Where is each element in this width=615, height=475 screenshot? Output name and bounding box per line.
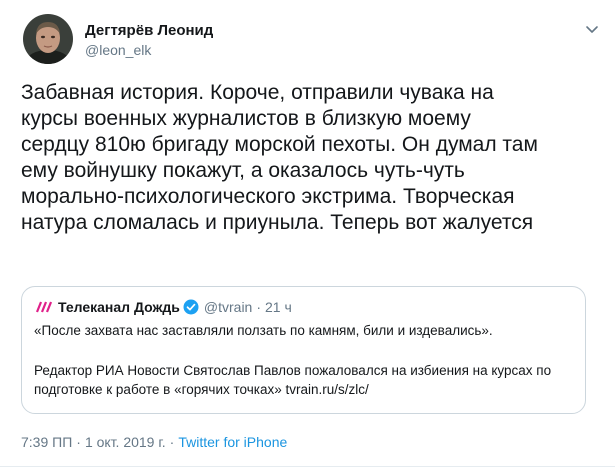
meta-separator: · <box>76 434 81 450</box>
tweet-date[interactable]: 1 окт. 2019 г. <box>85 434 166 450</box>
quoted-author-name: Телеканал Дождь <box>58 299 180 315</box>
meta-separator: · <box>169 434 175 450</box>
quoted-text-body: Редактор РИА Новости Святослав Павлов по… <box>34 363 552 397</box>
tweet-text: Забавная история. Короче, отправили чува… <box>21 81 538 234</box>
quoted-text-quote: «После захвата нас заставляли ползать по… <box>34 323 493 338</box>
tvrain-logo-icon <box>35 301 52 313</box>
divider <box>0 466 615 467</box>
tweet-card: Дегтярёв Леонид @leon_elk Забавная истор… <box>0 0 615 475</box>
author-name[interactable]: Дегтярёв Леонид <box>85 22 213 39</box>
quoted-separator: · <box>256 299 262 315</box>
avatar-photo <box>23 14 73 64</box>
quoted-timestamp: 21 ч <box>265 299 292 315</box>
tweet-source-link[interactable]: Twitter for iPhone <box>178 434 287 450</box>
quoted-tweet-header: Телеканал Дождь @tvrain · 21 ч <box>34 298 292 316</box>
verified-badge-icon <box>183 299 199 315</box>
tweet-meta: 7:39 ПП · 1 окт. 2019 г. · Twitter for i… <box>21 434 287 450</box>
quoted-tweet[interactable]: Телеканал Дождь @tvrain · 21 ч «После за… <box>21 286 586 414</box>
avatar[interactable] <box>23 14 73 64</box>
tweet-time[interactable]: 7:39 ПП <box>21 434 72 450</box>
author-handle[interactable]: @leon_elk <box>85 42 151 58</box>
quoted-author-handle: @tvrain <box>203 299 253 315</box>
chevron-down-icon[interactable] <box>583 20 601 38</box>
